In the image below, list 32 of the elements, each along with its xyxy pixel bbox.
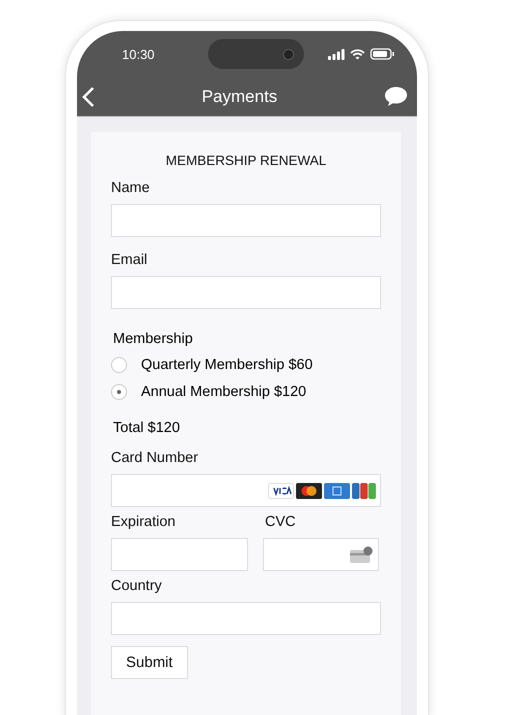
input-field[interactable]: [111, 538, 248, 571]
card-brand-icon: [268, 482, 294, 498]
field-label: Card Number: [111, 450, 200, 467]
form-title: MEMBERSHIP RENEWAL: [166, 153, 326, 168]
input-field[interactable]: [111, 602, 381, 635]
field-label: Name: [111, 180, 151, 197]
field-label: Email: [111, 252, 148, 269]
total-text: Total $120: [113, 420, 181, 436]
input-field[interactable]: [111, 204, 381, 237]
radio-button[interactable]: [111, 357, 127, 373]
input-field[interactable]: [111, 276, 381, 309]
card-brand-icon: [324, 482, 350, 498]
card-cvc-icon: [350, 546, 374, 564]
option-label: Quarterly Membership $60: [141, 357, 313, 373]
card-brand-icon: [296, 482, 322, 498]
card-brand-icon: [352, 482, 376, 498]
radio-button[interactable]: [111, 384, 127, 400]
option-label: Annual Membership $120: [141, 384, 306, 400]
battery-icon: [370, 48, 395, 60]
field-label: Country: [111, 578, 163, 595]
field-label: Expiration: [111, 514, 176, 531]
signal-icon: [328, 48, 345, 60]
section-label: Membership: [113, 331, 194, 347]
back-icon[interactable]: [81, 86, 95, 108]
input-field[interactable]: [111, 474, 381, 507]
status-time: 10:30: [122, 46, 156, 62]
input-field[interactable]: [263, 538, 379, 571]
submit-button[interactable]: Submit: [111, 646, 188, 679]
field-label: CVC: [265, 514, 297, 531]
chat-bubble-icon[interactable]: [384, 86, 408, 107]
screen-title: Payments: [200, 86, 278, 106]
wifi-icon: [350, 48, 365, 60]
